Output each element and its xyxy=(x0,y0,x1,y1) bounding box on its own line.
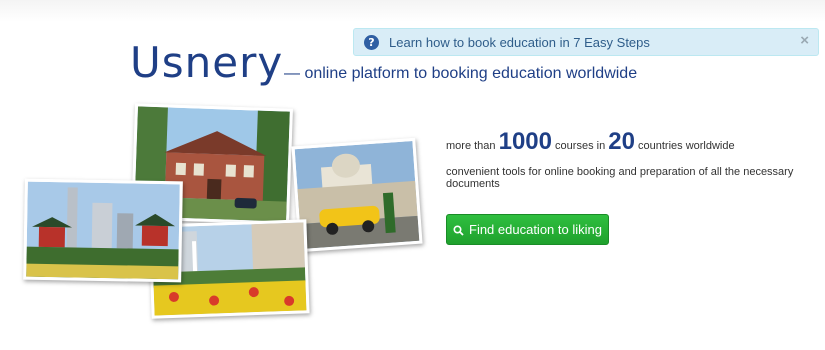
steps-alert: ? Learn how to book education in 7 Easy … xyxy=(353,28,819,56)
top-band xyxy=(0,0,825,22)
countries-count: 20 xyxy=(608,128,635,155)
steps-alert-link[interactable]: Learn how to book education in 7 Easy St… xyxy=(389,35,650,50)
platform-description: convenient tools for online booking and … xyxy=(446,166,794,190)
stats-line: more than 1000 courses in 20 countries w… xyxy=(446,128,735,156)
site-tagline: — online platform to booking education w… xyxy=(284,65,638,82)
courses-count: 1000 xyxy=(498,128,552,155)
close-icon[interactable]: × xyxy=(800,33,809,49)
countries-label: countries worldwide xyxy=(638,140,735,152)
search-icon xyxy=(453,224,464,236)
photo-havana-car xyxy=(291,137,423,253)
stats-prefix: more than xyxy=(446,140,496,152)
find-education-label: Find education to liking xyxy=(469,222,602,237)
site-logo[interactable]: Usnery xyxy=(130,38,283,87)
photo-pagoda-city xyxy=(23,178,183,283)
find-education-button[interactable]: Find education to liking xyxy=(446,214,609,245)
courses-label: courses in xyxy=(555,140,606,152)
question-circle-icon: ? xyxy=(364,34,379,50)
